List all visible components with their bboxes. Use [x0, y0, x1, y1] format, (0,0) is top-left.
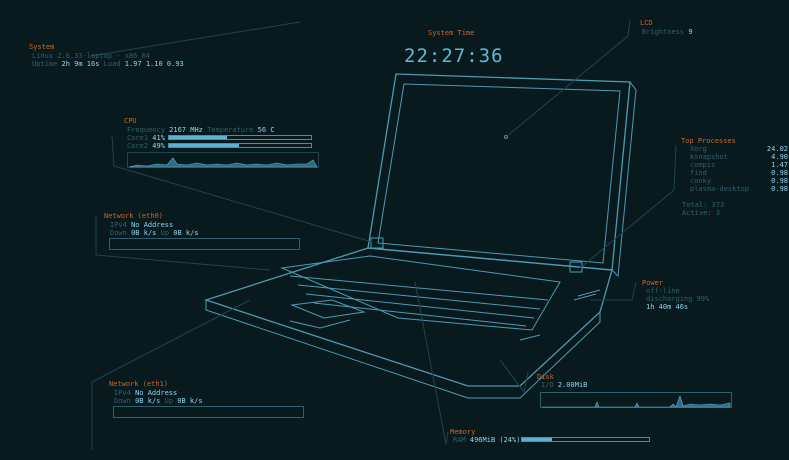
ram-value: 496MiB (24%) — [469, 436, 521, 444]
eth1-graph — [113, 406, 304, 418]
disk-io-value: 2.00MiB — [557, 381, 588, 389]
process-row: compiz 1.47 — [678, 161, 788, 169]
core2-bar-fill — [169, 144, 239, 147]
process-row: ksnapshot 4.90 — [678, 153, 788, 161]
eth0-graph — [109, 238, 300, 250]
cpu-title: CPU — [124, 117, 137, 125]
eth0-down-unit: k/s — [143, 229, 157, 237]
frequency-value: 2167 MHz — [169, 126, 203, 134]
power-title: Power — [642, 279, 664, 287]
process-row: conky 0.98 — [678, 177, 788, 185]
eth1-ipv4-label: IPv4 — [114, 389, 131, 397]
frequency-label: Frequency — [127, 126, 165, 134]
process-cpu: 0.98 — [771, 185, 788, 193]
eth0-ipv4-row: IPv4 No Address — [110, 221, 173, 229]
ram-label: RAM — [453, 436, 466, 444]
core2-bar — [168, 143, 312, 148]
brightness-value: 9 — [688, 28, 693, 36]
ram-bar-fill — [522, 438, 553, 441]
process-cpu: 0.98 — [771, 177, 788, 185]
process-list: Xorg 24.02 ksnapshot 4.90 compiz 1.47 find 0… — [678, 145, 789, 193]
power-remaining: 1h 40m 46s — [646, 303, 689, 311]
active-label: Active: — [682, 209, 712, 217]
process-name: conky — [690, 177, 712, 185]
eth1-down-value: 0B — [135, 397, 144, 405]
active-value: 3 — [715, 209, 720, 217]
uptime-row: Uptime 2h 9m 16s Load 1.97 1.10 0.93 — [32, 60, 184, 68]
total-label: Total: — [682, 201, 708, 209]
process-cpu: 1.47 — [771, 161, 788, 169]
core1-label: Core1 — [127, 134, 149, 142]
process-row: plasma-desktop 0.98 — [678, 185, 788, 193]
core1-bar — [168, 135, 312, 140]
eth0-traffic-row: Down 0B k/s Up 0B k/s — [110, 229, 199, 237]
eth0-up-label: Up — [160, 229, 170, 237]
disk-io-label: I/O — [541, 381, 554, 389]
eth1-title: Network (eth1) — [109, 380, 169, 388]
memory-title: Memory — [450, 428, 476, 436]
core1-bar-fill — [169, 136, 228, 139]
eth0-up-value: 0B — [173, 229, 182, 237]
uptime-value: 2h 9m 16s — [61, 60, 100, 68]
system-title: System — [29, 43, 55, 51]
process-name: compiz — [690, 161, 716, 169]
brightness-label: Brightness — [642, 28, 685, 36]
power-state: discharging 99% — [646, 295, 710, 303]
kernel-line: Linux 2.6.33-laptop - x86_64 — [32, 52, 151, 60]
core1-value: 41% — [152, 134, 165, 142]
process-name: find — [690, 169, 707, 177]
uptime-label: Uptime — [32, 60, 58, 68]
core2-value: 49% — [152, 142, 165, 150]
cpu-graph — [127, 152, 319, 168]
brightness-row: Brightness 9 — [642, 28, 693, 36]
eth1-down-unit: k/s — [147, 397, 161, 405]
eth1-down-label: Down — [114, 397, 131, 405]
process-name: ksnapshot — [690, 153, 728, 161]
disk-title: Disk — [537, 373, 554, 381]
eth1-traffic-row: Down 0B k/s Up 0B k/s — [114, 397, 203, 405]
ram-row: RAM 496MiB (24%) — [453, 436, 520, 444]
process-cpu: 0.98 — [771, 169, 788, 177]
eth1-up-label: Up — [164, 397, 174, 405]
ram-bar — [521, 437, 650, 442]
process-name: plasma-desktop — [690, 185, 750, 193]
eth0-title: Network (eth0) — [104, 212, 164, 220]
disk-io-row: I/O 2.00MiB — [541, 381, 587, 389]
load-value: 1.97 1.10 0.93 — [124, 60, 184, 68]
process-cpu: 24.02 — [766, 145, 788, 153]
temperature-value: 56 C — [257, 126, 275, 134]
core2-row: Core2 49% — [127, 142, 165, 150]
eth0-up-unit: k/s — [185, 229, 199, 237]
process-total-row: Total: 373 — [682, 201, 724, 209]
clock-display: 22:27:36 — [404, 45, 504, 67]
eth1-ipv4-row: IPv4 No Address — [114, 389, 177, 397]
eth0-down-value: 0B — [131, 229, 140, 237]
temperature-label: Temperature — [207, 126, 254, 134]
eth0-ipv4-label: IPv4 — [110, 221, 127, 229]
process-active-row: Active: 3 — [682, 209, 720, 217]
process-name: Xorg — [690, 145, 707, 153]
process-row: find 0.98 — [678, 169, 788, 177]
eth0-down-label: Down — [110, 229, 127, 237]
cpu-freq-row: Frequency 2167 MHz Temperature 56 C — [127, 126, 275, 134]
top-processes-title: Top Processes — [681, 137, 736, 145]
load-label: Load — [103, 60, 121, 68]
eth1-up-value: 0B — [177, 397, 186, 405]
eth1-ipv4-value: No Address — [135, 389, 178, 397]
eth0-ipv4-value: No Address — [131, 221, 174, 229]
power-status: off-line — [646, 287, 680, 295]
core1-row: Core1 41% — [127, 134, 165, 142]
disk-graph — [540, 392, 732, 408]
eth1-up-unit: k/s — [189, 397, 203, 405]
lcd-title: LCD — [640, 19, 653, 27]
process-cpu: 4.90 — [771, 153, 788, 161]
system-time-title: System Time — [428, 29, 475, 37]
core2-label: Core2 — [127, 142, 149, 150]
total-value: 373 — [711, 201, 725, 209]
process-row: Xorg 24.02 — [678, 145, 788, 153]
